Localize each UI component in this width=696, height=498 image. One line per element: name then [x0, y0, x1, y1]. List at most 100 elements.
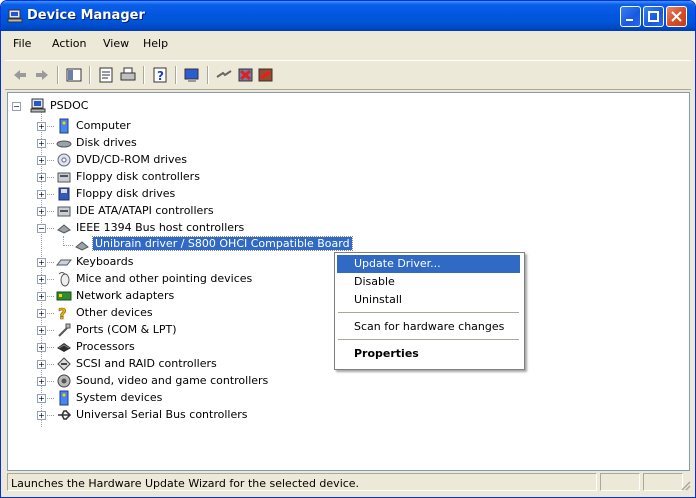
menu-file[interactable]: File [13, 37, 31, 50]
tree-item-label: Ports (COM & LPT) [76, 323, 177, 336]
tree-item-floppy-drives[interactable]: + Floppy disk drives [36, 186, 336, 203]
tree-item-label: Keyboards [76, 255, 134, 268]
system-devices-icon [59, 390, 69, 406]
tree-item-label: Other devices [76, 306, 153, 319]
scan-hardware-icon[interactable] [183, 66, 201, 84]
close-button[interactable] [666, 6, 687, 27]
tree-item-label: Mice and other pointing devices [76, 272, 253, 285]
disable-icon[interactable] [257, 66, 275, 84]
status-bar: Launches the Hardware Update Wizard for … [5, 471, 691, 495]
menu-item-label: Uninstall [354, 293, 402, 306]
tree-item-floppy-controllers[interactable]: + Floppy disk controllers [36, 169, 336, 186]
show-hide-console-tree-icon[interactable] [65, 66, 83, 84]
menu-action[interactable]: Action [52, 37, 86, 50]
help-icon[interactable]: ? [151, 66, 169, 84]
tree-item-label: Processors [76, 340, 135, 353]
status-panel-empty [600, 473, 640, 491]
expand-toggle[interactable]: + [37, 156, 46, 165]
tree-item-usb[interactable]: + Universal Serial Bus controllers [36, 407, 336, 424]
ieee1394-icon [57, 224, 71, 234]
tree-item-keyboards[interactable]: + Keyboards [36, 254, 336, 271]
tree-item-ieee1394[interactable]: − IEEE 1394 Bus host controllers [36, 220, 356, 237]
other-devices-icon: ? [58, 305, 67, 321]
window-title: Device Manager [27, 8, 145, 23]
toolbar-separator [207, 66, 209, 84]
expand-toggle[interactable]: + [37, 139, 46, 148]
update-driver-menu-item[interactable]: Update Driver... [337, 255, 520, 273]
resize-grip-icon[interactable] [679, 479, 691, 491]
expand-toggle[interactable]: + [37, 360, 46, 369]
expand-toggle[interactable]: + [37, 377, 46, 386]
uninstall-icon[interactable] [237, 66, 255, 84]
expand-toggle[interactable]: + [37, 292, 46, 301]
forward-icon[interactable] [33, 66, 51, 84]
uninstall-menu-item[interactable]: Uninstall [337, 291, 520, 309]
tree-item-label: Network adapters [76, 289, 175, 302]
network-adapter-icon [56, 291, 72, 301]
status-panel: Launches the Hardware Update Wizard for … [7, 473, 597, 491]
tree-item-ide[interactable]: + IDE ATA/ATAPI controllers [36, 203, 336, 220]
toolbar: ? [5, 60, 691, 90]
svg-text:?: ? [157, 69, 164, 83]
minimize-button[interactable] [620, 6, 641, 27]
floppy-controller-icon [57, 172, 71, 183]
collapse-root-toggle[interactable]: − [12, 102, 21, 111]
computer-icon [59, 118, 69, 134]
menu-help[interactable]: Help [143, 37, 168, 50]
tree-item-label: Floppy disk controllers [76, 170, 200, 183]
expand-toggle[interactable]: + [37, 122, 46, 131]
scsi-icon [57, 357, 71, 371]
tree-item-sound[interactable]: + Sound, video and game controllers [36, 373, 336, 390]
computer-root-icon [30, 98, 46, 113]
tree-item-processors[interactable]: + Processors [36, 339, 336, 356]
tree-item-scsi[interactable]: + SCSI and RAID controllers [36, 356, 336, 373]
maximize-button[interactable] [643, 6, 664, 27]
properties-menu-item[interactable]: Properties [337, 345, 520, 363]
tree-item-ports[interactable]: + Ports (COM & LPT) [36, 322, 336, 339]
expand-toggle[interactable]: + [37, 411, 46, 420]
back-icon[interactable] [11, 66, 29, 84]
expand-toggle[interactable]: + [37, 309, 46, 318]
title-bar[interactable]: Device Manager [1, 1, 695, 31]
tree-item-system[interactable]: + System devices [36, 390, 336, 407]
print-icon[interactable] [119, 66, 137, 84]
menu-item-label: Scan for hardware changes [354, 320, 505, 333]
device-manager-icon [7, 9, 23, 23]
ports-icon [58, 323, 71, 337]
menu-separator [338, 339, 519, 340]
scan-hardware-menu-item[interactable]: Scan for hardware changes [337, 318, 520, 336]
tree-item-mice[interactable]: + Mice and other pointing devices [36, 271, 336, 288]
tree-item-dvd[interactable]: + DVD/CD-ROM drives [36, 152, 336, 169]
tree-item-label: Disk drives [76, 136, 137, 149]
maximize-icon [648, 11, 659, 22]
tree-item-label: SCSI and RAID controllers [76, 357, 217, 370]
collapse-toggle[interactable]: − [37, 224, 46, 233]
disable-menu-item[interactable]: Disable [337, 273, 520, 291]
menu-view[interactable]: View [103, 37, 129, 50]
tree-root-label: PSDOC [50, 99, 89, 112]
tree-item-computer[interactable]: + Computer [36, 118, 336, 135]
status-text: Launches the Hardware Update Wizard for … [11, 477, 360, 490]
tree-item-other-devices[interactable]: + ? Other devices [36, 305, 336, 322]
expand-toggle[interactable]: + [37, 326, 46, 335]
expand-toggle[interactable]: + [37, 343, 46, 352]
toolbar-separator [143, 66, 145, 84]
expand-toggle[interactable]: + [37, 394, 46, 403]
svg-text:?: ? [58, 305, 67, 321]
expand-toggle[interactable]: + [37, 207, 46, 216]
expand-toggle[interactable]: + [37, 275, 46, 284]
tree-root[interactable]: − PSDOC [12, 98, 212, 115]
tree-item-unibrain-driver[interactable]: Unibrain driver / S800 OHCI Compatible B… [63, 236, 353, 254]
tree-item-label: System devices [76, 391, 163, 404]
menu-item-label: Disable [354, 275, 395, 288]
expand-toggle[interactable]: + [37, 173, 46, 182]
expand-toggle[interactable]: + [37, 190, 46, 199]
tree-item-disk-drives[interactable]: + Disk drives [36, 135, 336, 152]
update-driver-icon[interactable] [215, 66, 233, 84]
properties-icon[interactable] [97, 66, 115, 84]
usb-icon [58, 410, 72, 420]
tree-item-label: Sound, video and game controllers [76, 374, 269, 387]
tree-item-network[interactable]: + Network adapters [36, 288, 336, 305]
expand-toggle[interactable]: + [37, 258, 46, 267]
processor-icon [57, 343, 71, 352]
